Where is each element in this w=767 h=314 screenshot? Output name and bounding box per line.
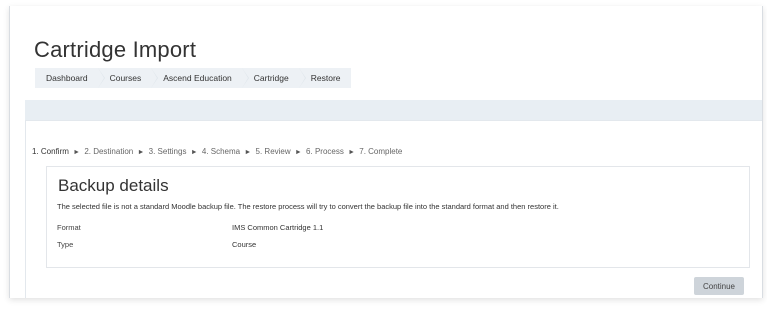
step-arrow-icon: ►: [294, 149, 302, 156]
breadcrumb: Dashboard Courses Ascend Education Cartr…: [35, 68, 351, 88]
breadcrumb-courses[interactable]: Courses: [97, 68, 158, 88]
backup-details-title: Backup details: [58, 176, 169, 195]
page-title: Cartridge Import: [34, 37, 197, 62]
continue-button[interactable]: Continue: [694, 277, 744, 295]
step-complete: 7. Complete: [359, 147, 403, 156]
step-arrow-icon: ►: [348, 149, 356, 156]
header-band: [25, 100, 762, 120]
breadcrumb-cartridge[interactable]: Cartridge: [241, 68, 306, 88]
step-schema: 4. Schema: [201, 147, 241, 156]
type-label: Type: [57, 240, 74, 249]
step-arrow-icon: ►: [137, 149, 145, 156]
step-arrow-icon: ►: [244, 149, 252, 156]
type-value: Course: [232, 240, 257, 249]
step-review: 5. Review: [255, 147, 291, 156]
breadcrumb-ascend-education[interactable]: Ascend Education: [151, 68, 249, 88]
format-label: Format: [57, 223, 81, 232]
step-arrow-icon: ►: [190, 149, 198, 156]
breadcrumb-dashboard[interactable]: Dashboard: [35, 68, 105, 88]
step-confirm: 1. Confirm: [32, 147, 69, 156]
step-settings: 3. Settings: [148, 147, 187, 156]
format-value: IMS Common Cartridge 1.1: [232, 223, 324, 232]
step-arrow-icon: ►: [73, 149, 81, 156]
step-process: 6. Process: [306, 147, 344, 156]
backup-description: The selected file is not a standard Mood…: [57, 202, 559, 211]
page-frame: Cartridge Import Dashboard Courses Ascen…: [9, 6, 763, 298]
breadcrumb-restore[interactable]: Restore: [298, 68, 351, 88]
step-destination: 2. Destination: [84, 147, 134, 156]
backup-details-card: Backup details The selected file is not …: [46, 166, 750, 268]
main-content: 1. Confirm ► 2. Destination ► 3. Setting…: [25, 120, 762, 298]
restore-steps: 1. Confirm ► 2. Destination ► 3. Setting…: [32, 147, 402, 156]
